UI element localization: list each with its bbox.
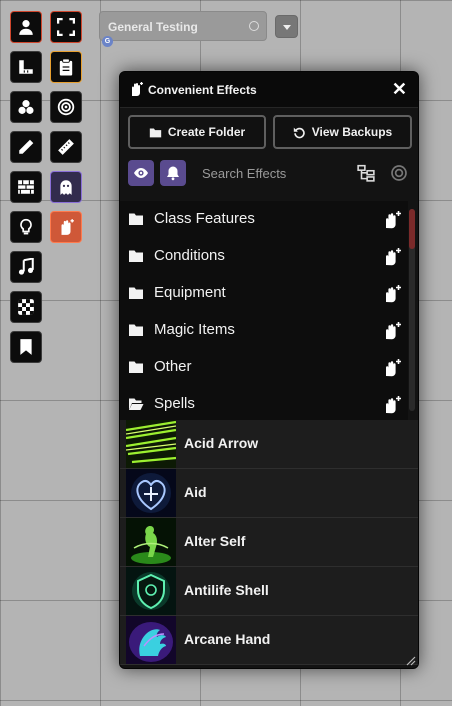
- acid-arrow-image: [126, 420, 176, 468]
- create-folder-button[interactable]: Create Folder: [128, 115, 266, 149]
- folder-row[interactable]: Class Features: [120, 201, 408, 238]
- effect-row[interactable]: Acid Arrow: [120, 420, 418, 469]
- window-header[interactable]: Convenient Effects ✕: [120, 72, 418, 108]
- expand-icon: [57, 18, 75, 36]
- tape-tool-button[interactable]: [50, 131, 82, 163]
- toggle-notifications-button[interactable]: [160, 160, 186, 186]
- folder-icon: [129, 287, 143, 299]
- expand-tool-button[interactable]: [50, 11, 82, 43]
- checkerboard-icon: [18, 299, 34, 315]
- effect-row[interactable]: Alter Self: [120, 518, 418, 567]
- effect-row[interactable]: Arcane Hand: [120, 616, 418, 665]
- view-backups-button[interactable]: View Backups: [273, 115, 412, 149]
- effect-label: Acid Arrow: [184, 435, 259, 451]
- arcane-hand-image: [126, 616, 176, 664]
- ruler-icon: [19, 60, 33, 74]
- caret-down-icon: [282, 24, 291, 30]
- folder-list: Class Features Conditions Equipment Magi…: [120, 201, 415, 423]
- window-title: Convenient Effects: [148, 83, 257, 97]
- folder-row[interactable]: Spells: [120, 386, 408, 423]
- folder-label: Other: [154, 358, 192, 375]
- lightbulb-icon: [20, 218, 32, 235]
- convenient-effects-window: Convenient Effects ✕ Create Folder View …: [119, 71, 419, 669]
- convenient-effects-button[interactable]: [50, 211, 82, 243]
- effect-row[interactable]: Antilife Shell: [120, 567, 418, 616]
- scene-selector[interactable]: General Testing G: [99, 11, 267, 47]
- folder-label: Magic Items: [154, 321, 235, 338]
- target-tool-button[interactable]: [50, 91, 82, 123]
- folder-row[interactable]: Other: [120, 349, 408, 386]
- aid-image: [126, 469, 176, 517]
- target-icon: [57, 98, 75, 116]
- view-backups-label: View Backups: [311, 125, 393, 139]
- effects-list: Class Features Conditions Equipment Magi…: [120, 201, 418, 668]
- undo-icon: [293, 127, 305, 138]
- hand-sparkle-icon: [132, 82, 143, 96]
- folder-icon: [129, 250, 143, 262]
- folder-icon: [129, 324, 143, 336]
- bookmark-icon: [20, 339, 32, 355]
- eye-icon: [134, 168, 148, 178]
- alter-self-image: [126, 518, 176, 566]
- shapes-icon: [18, 100, 34, 114]
- region-controls-button[interactable]: [10, 291, 42, 323]
- music-icon: [18, 258, 34, 275]
- effect-label: Alter Self: [184, 533, 246, 549]
- user-icon: [19, 20, 33, 35]
- add-effect-icon[interactable]: [382, 284, 402, 304]
- sound-controls-button[interactable]: [10, 251, 42, 283]
- add-effect-icon[interactable]: [382, 358, 402, 378]
- folder-label: Equipment: [154, 284, 226, 301]
- folder-label: Conditions: [154, 247, 225, 264]
- ghost-tool-button[interactable]: [50, 171, 82, 203]
- add-effect-icon[interactable]: [382, 247, 402, 267]
- scrollbar-thumb[interactable]: [409, 209, 415, 249]
- add-effect-icon[interactable]: [382, 395, 402, 415]
- wall-icon: [18, 180, 34, 194]
- resize-handle-icon[interactable]: [404, 654, 416, 666]
- notes-controls-button[interactable]: [10, 331, 42, 363]
- ghost-icon: [60, 180, 72, 195]
- scene-name: General Testing: [108, 20, 198, 34]
- folder-row[interactable]: Conditions: [120, 238, 408, 275]
- tape-icon: [58, 139, 74, 155]
- scene-dropdown-button[interactable]: [275, 15, 298, 38]
- drawing-controls-button[interactable]: [10, 131, 42, 163]
- folder-icon: [129, 213, 143, 225]
- close-button[interactable]: ✕: [392, 79, 407, 100]
- toggle-visibility-button[interactable]: [128, 160, 154, 186]
- wall-controls-button[interactable]: [10, 171, 42, 203]
- antilife-shell-image: [126, 567, 176, 615]
- lighting-controls-button[interactable]: [10, 211, 42, 243]
- pencil-icon: [19, 139, 34, 154]
- folder-open-icon: [129, 398, 144, 410]
- scene-status-icon: [249, 21, 259, 31]
- hand-sparkle-icon: [61, 219, 74, 235]
- token-controls-button[interactable]: [10, 11, 42, 43]
- measure-controls-button[interactable]: [10, 51, 42, 83]
- add-effect-icon[interactable]: [382, 321, 402, 341]
- folder-icon: [149, 127, 161, 137]
- folder-label: Class Features: [154, 210, 255, 227]
- folder-label: Spells: [154, 395, 195, 412]
- search-input[interactable]: [194, 159, 344, 187]
- folder-icon: [129, 361, 143, 373]
- effect-label: Aid: [184, 484, 207, 500]
- bell-icon: [167, 166, 179, 181]
- effect-row[interactable]: Aid: [120, 469, 418, 518]
- folder-row[interactable]: Equipment: [120, 275, 408, 312]
- scene-badge: G: [102, 36, 113, 47]
- folder-row[interactable]: Magic Items: [120, 312, 408, 349]
- add-effect-icon[interactable]: [382, 210, 402, 230]
- effect-label: Arcane Hand: [184, 631, 271, 647]
- clipboard-tool-button[interactable]: [50, 51, 82, 83]
- collapse-tree-icon[interactable]: [357, 164, 375, 182]
- create-folder-label: Create Folder: [167, 125, 246, 139]
- tile-controls-button[interactable]: [10, 91, 42, 123]
- effect-label: Antilife Shell: [184, 582, 269, 598]
- clipboard-icon: [59, 58, 73, 76]
- target-filter-icon[interactable]: [390, 164, 408, 182]
